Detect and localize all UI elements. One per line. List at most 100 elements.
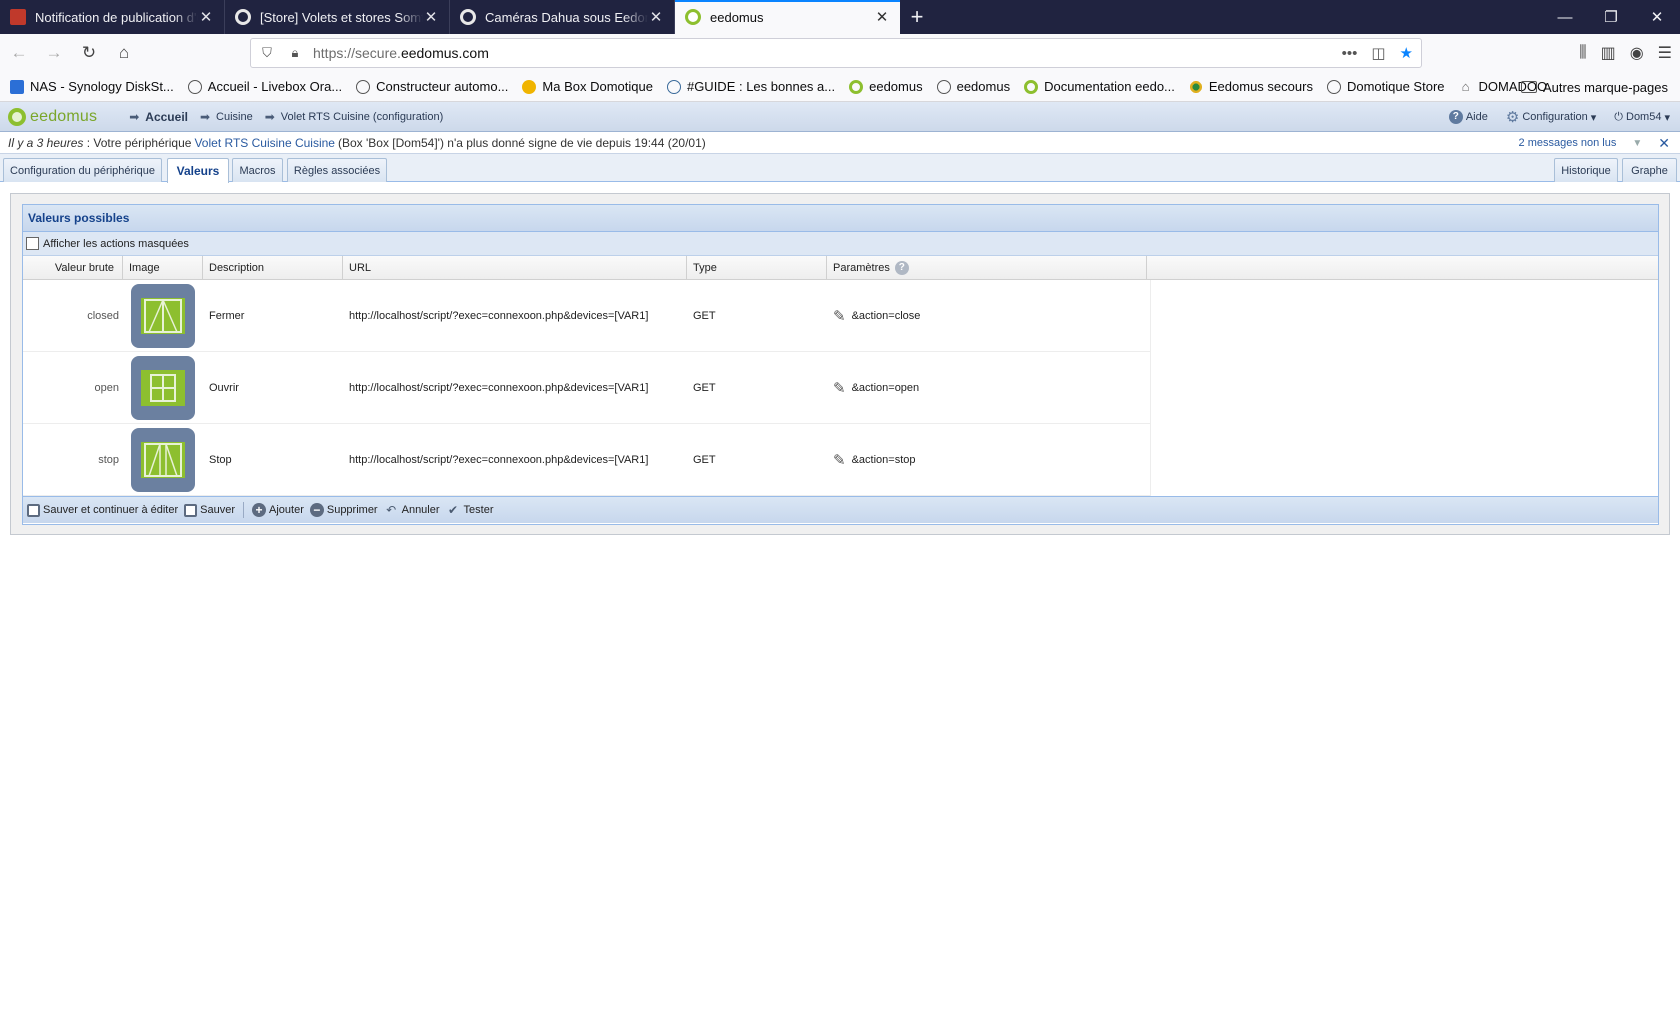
grid-body: closed Fermer http://localhost/script/?e… — [23, 280, 1658, 496]
test-button[interactable]: ✔ Tester — [446, 503, 494, 518]
bookmark-item[interactable]: Accueil - Livebox Ora... — [187, 79, 342, 94]
save-continue-button[interactable]: Sauver et continuer à éditer — [27, 503, 178, 517]
lock-icon[interactable]: 🔒︎ — [283, 45, 307, 61]
shield-icon[interactable]: ⛉ — [255, 45, 279, 61]
col-type[interactable]: Type — [687, 256, 827, 279]
bookmark-item[interactable]: #GUIDE : Les bonnes a... — [666, 79, 835, 94]
pencil-edit-icon[interactable]: ✎ — [833, 451, 846, 469]
sidebar-icon[interactable]: ▥ — [1601, 43, 1616, 63]
browser-tab-3[interactable]: Caméras Dahua sous Eedomus ✕ — [450, 0, 675, 34]
bookmark-item[interactable]: eedomus — [849, 79, 923, 94]
notification-time: Il y a 3 heures — [8, 135, 84, 150]
table-row[interactable]: stop Stop http://localhost/script/?exec=… — [23, 424, 1151, 496]
cell-image — [123, 352, 203, 423]
cell-type: GET — [693, 453, 716, 466]
other-bookmarks[interactable]: Autres marque-pages — [1520, 72, 1668, 102]
tab-history[interactable]: Historique — [1554, 158, 1618, 182]
tab-title: [Store] Volets et stores Somfy (RTS) — [260, 9, 423, 25]
close-tab-icon[interactable]: ✕ — [648, 8, 664, 26]
menu-icon[interactable]: ☰ — [1658, 43, 1672, 63]
browser-tab-4-active[interactable]: eedomus ✕ — [675, 0, 900, 34]
close-tab-icon[interactable]: ✕ — [874, 8, 890, 26]
floppy-disk-icon — [27, 503, 40, 517]
url-bar[interactable]: ⛉ 🔒︎ https://secure.eedomus.com ••• ◫ ★ — [250, 38, 1422, 68]
pencil-edit-icon[interactable]: ✎ — [833, 379, 846, 397]
arrow-right-icon: ➡ — [129, 109, 140, 124]
configuration-menu[interactable]: ⚙ Configuration ▾ — [1506, 108, 1596, 126]
back-arrow-icon[interactable]: ← — [3, 37, 35, 69]
cell-url: http://localhost/script/?exec=connexoon.… — [349, 453, 649, 466]
new-tab-button[interactable]: + — [900, 0, 934, 34]
eedomus-logo-icon — [8, 107, 26, 126]
table-row[interactable]: open Ouvrir http://localhost/script/?exe… — [23, 352, 1151, 424]
home-icon[interactable]: ⌂ — [108, 37, 140, 69]
close-tab-icon[interactable]: ✕ — [423, 8, 439, 26]
show-hidden-checkbox[interactable] — [26, 237, 39, 250]
close-tab-icon[interactable]: ✕ — [198, 8, 214, 26]
cell-raw-value: closed — [87, 309, 119, 322]
table-row[interactable]: closed Fermer http://localhost/script/?e… — [23, 280, 1151, 352]
breadcrumb-home[interactable]: Accueil — [145, 110, 188, 124]
account-icon[interactable]: ◉ — [1630, 43, 1644, 63]
url-text[interactable]: https://secure.eedomus.com — [313, 45, 489, 61]
expand-down-icon[interactable]: ▼ — [1632, 138, 1642, 149]
col-url[interactable]: URL — [343, 256, 687, 279]
browser-tab-1[interactable]: Notification de publication d'un ✕ — [0, 0, 225, 34]
add-button[interactable]: + Ajouter — [252, 503, 304, 517]
save-button[interactable]: Sauver — [184, 503, 235, 517]
restore-icon[interactable]: ❐ — [1588, 0, 1634, 34]
globe-icon — [936, 79, 951, 94]
shutter-stop-icon[interactable] — [131, 427, 195, 492]
cell-image — [123, 424, 203, 495]
eedomus-favicon-icon — [685, 9, 701, 25]
bookmark-item[interactable]: Domotique Store — [1326, 79, 1445, 94]
bookmark-item[interactable]: Ma Box Domotique — [522, 79, 653, 94]
cancel-button[interactable]: ↶ Annuler — [384, 503, 439, 518]
bookmark-item[interactable]: eedomus — [936, 79, 1010, 94]
col-description[interactable]: Description — [203, 256, 343, 279]
chevron-down-icon: ▾ — [1664, 111, 1670, 124]
dsm-icon — [10, 79, 24, 94]
gear-icon: ⚙ — [1505, 109, 1520, 126]
tab-device-config[interactable]: Configuration du périphérique — [3, 158, 162, 182]
bookmark-item[interactable]: Constructeur automo... — [356, 79, 508, 94]
checkmark-icon: ✔ — [448, 503, 459, 517]
col-params[interactable]: Paramètres? — [827, 256, 1147, 279]
show-hidden-label[interactable]: Afficher les actions masquées — [43, 238, 189, 250]
help-button[interactable]: ? Aide — [1448, 110, 1488, 124]
col-image[interactable]: Image — [123, 256, 203, 279]
page-actions-icon[interactable]: ••• — [1342, 45, 1358, 62]
tab-values[interactable]: Valeurs — [167, 158, 229, 183]
browser-nav-toolbar: ← → ↻ ⌂ ⛉ 🔒︎ https://secure.eedomus.com … — [0, 34, 1680, 72]
folder-icon — [1520, 81, 1537, 93]
notification-device-link[interactable]: Volet RTS Cuisine Cuisine — [194, 136, 335, 150]
tab-graph[interactable]: Graphe — [1622, 158, 1677, 182]
reload-icon[interactable]: ↻ — [73, 37, 105, 69]
user-menu[interactable]: ⏻ Dom54 ▾ — [1614, 111, 1670, 124]
minimize-icon[interactable]: — — [1542, 0, 1588, 34]
col-raw-value[interactable]: Valeur brute — [23, 256, 123, 279]
breadcrumb-room[interactable]: Cuisine — [216, 111, 253, 123]
bookmark-item[interactable]: Eedomus secours — [1188, 79, 1313, 94]
pocket-icon[interactable]: ◫ — [1371, 44, 1385, 62]
library-icon[interactable]: ⫼ — [1579, 44, 1586, 62]
shutter-closed-icon[interactable] — [131, 283, 195, 348]
app-header: eedomus ➡ Accueil ➡ Cuisine ➡ Volet RTS … — [0, 102, 1680, 132]
close-notification-icon[interactable]: ✕ — [1658, 135, 1670, 152]
window-open-icon[interactable] — [131, 355, 195, 420]
close-window-icon[interactable]: ✕ — [1634, 0, 1680, 34]
wordpress-icon — [666, 79, 681, 94]
forward-arrow-icon[interactable]: → — [38, 37, 70, 69]
bookmark-item[interactable]: Documentation eedo... — [1024, 79, 1175, 94]
help-icon[interactable]: ? — [894, 260, 909, 275]
pencil-edit-icon[interactable]: ✎ — [833, 307, 846, 325]
delete-button[interactable]: − Supprimer — [309, 503, 378, 517]
bookmark-star-icon[interactable]: ★ — [1400, 44, 1413, 62]
arrow-right-icon: ➡ — [264, 109, 275, 124]
eedomus-logo[interactable]: eedomus — [8, 107, 97, 126]
tab-rules[interactable]: Règles associées — [287, 158, 387, 182]
bookmark-item[interactable]: NAS - Synology DiskSt... — [10, 79, 174, 94]
browser-tab-2[interactable]: [Store] Volets et stores Somfy (RTS) ✕ — [225, 0, 450, 34]
tab-macros[interactable]: Macros — [232, 158, 283, 182]
unread-messages-link[interactable]: 2 messages non lus — [1519, 137, 1617, 149]
